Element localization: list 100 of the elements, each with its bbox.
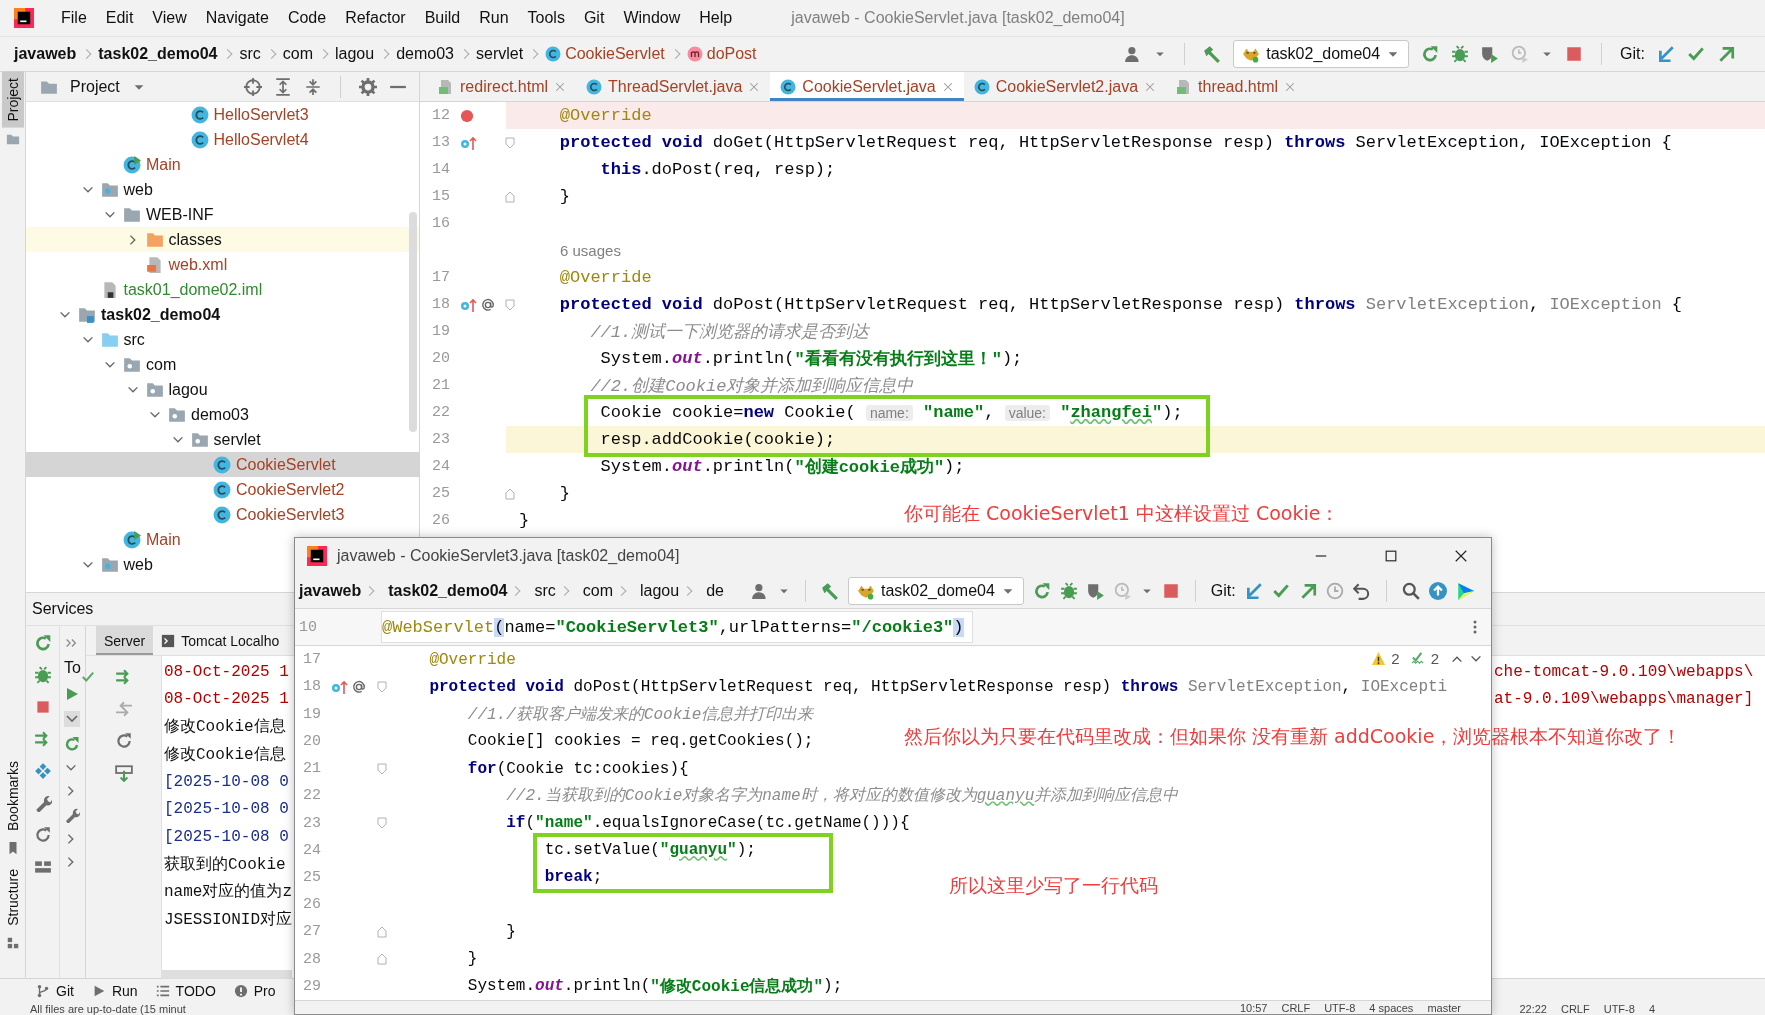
- breadcrumb-item[interactable]: javaweb: [14, 45, 99, 63]
- fold-icon[interactable]: [377, 762, 387, 775]
- hammer-icon[interactable]: [820, 582, 839, 600]
- tree-item[interactable]: web: [26, 552, 165, 577]
- undo-icon[interactable]: [1352, 582, 1371, 600]
- update-icon[interactable]: [1657, 45, 1675, 63]
- stop-icon[interactable]: [1161, 582, 1180, 600]
- breadcrumb-item[interactable]: src: [534, 582, 574, 600]
- spellcheck-icon[interactable]: [1410, 651, 1426, 666]
- tree-item[interactable]: lagou: [26, 377, 220, 402]
- tool-window-tab[interactable]: Structure: [1, 863, 24, 932]
- menu-item[interactable]: View: [152, 9, 187, 27]
- double-chevron-icon[interactable]: [64, 636, 78, 650]
- shield-icon[interactable]: [1481, 45, 1500, 63]
- fold-icon[interactable]: [377, 817, 387, 829]
- stop-icon[interactable]: [1565, 45, 1584, 63]
- shield-icon[interactable]: [1086, 582, 1105, 600]
- menu-item[interactable]: Help: [699, 9, 733, 27]
- tool-window-button[interactable]: Run: [91, 982, 138, 999]
- override-icon[interactable]: [331, 678, 349, 695]
- editor-tab[interactable]: redirect.html: [428, 72, 577, 101]
- tool-window-tab[interactable]: Bookmarks: [1, 755, 24, 838]
- scrollbar[interactable]: [162, 970, 292, 979]
- status-item[interactable]: 4: [1648, 1002, 1655, 1015]
- user-icon[interactable]: [750, 582, 769, 600]
- checkmark-icon[interactable]: [1271, 582, 1290, 600]
- breadcrumb-item[interactable]: lagou: [335, 45, 397, 63]
- bug-icon[interactable]: [1059, 582, 1078, 600]
- rerun-icon[interactable]: [64, 736, 80, 752]
- checkmark-icon[interactable]: [1687, 45, 1705, 63]
- usages-hint[interactable]: 6 usages: [560, 242, 621, 259]
- maximize-icon[interactable]: [1384, 549, 1398, 563]
- tree-item[interactable]: demo03: [26, 402, 261, 427]
- expand-all-icon[interactable]: [274, 77, 292, 96]
- breadcrumb-item[interactable]: lagou: [640, 582, 698, 600]
- panel-tab[interactable]: Server: [96, 626, 154, 655]
- bug-icon[interactable]: [1451, 45, 1470, 63]
- fold-icon[interactable]: [505, 487, 515, 500]
- warning-icon[interactable]: [1371, 651, 1387, 666]
- refresh-icon[interactable]: [114, 732, 133, 750]
- breadcrumb-item[interactable]: javaweb: [299, 582, 380, 600]
- menu-item[interactable]: Run: [479, 9, 509, 27]
- push-icon[interactable]: [1717, 45, 1735, 63]
- search-icon[interactable]: [1401, 582, 1420, 600]
- warning-count[interactable]: 2: [1391, 650, 1400, 667]
- menu-item[interactable]: Navigate: [205, 9, 269, 27]
- run-config-dropdown[interactable]: task02_dome04: [1233, 40, 1410, 68]
- fold-icon[interactable]: [505, 298, 515, 311]
- settings-icon[interactable]: [359, 77, 377, 96]
- tree-item[interactable]: task01_dome02.iml: [26, 277, 275, 302]
- editor-tab[interactable]: ThreadServlet.java: [576, 72, 771, 101]
- collapse-all-icon[interactable]: [304, 77, 322, 96]
- breakpoint-icon[interactable]: [460, 108, 474, 123]
- rerun-icon[interactable]: [1421, 45, 1440, 63]
- fold-icon[interactable]: [505, 190, 515, 203]
- menu-item[interactable]: Tools: [527, 9, 565, 27]
- status-item[interactable]: master: [1427, 1001, 1461, 1014]
- fold-icon[interactable]: [377, 925, 387, 938]
- tree-item[interactable]: Main: [26, 527, 193, 552]
- menu-item[interactable]: File: [61, 9, 87, 27]
- status-item[interactable]: 4 spaces: [1369, 1001, 1414, 1014]
- rerun-icon[interactable]: [33, 634, 52, 652]
- hammer-icon[interactable]: [1203, 45, 1222, 63]
- breadcrumb-item[interactable]: task02_demo04: [388, 582, 526, 600]
- clock-icon[interactable]: [1325, 582, 1344, 600]
- menu-item[interactable]: Refactor: [345, 9, 406, 27]
- panel-title[interactable]: Project: [70, 77, 120, 96]
- tool-window-button[interactable]: Git: [36, 982, 74, 999]
- status-item[interactable]: 22:22: [1519, 1002, 1547, 1015]
- tool-window-button[interactable]: Pro: [233, 982, 276, 999]
- tree-item[interactable]: com: [26, 352, 189, 377]
- close-icon[interactable]: [1454, 549, 1468, 563]
- panel-tab[interactable]: Tomcat Localho: [153, 626, 288, 655]
- at-sign-icon[interactable]: [481, 297, 495, 312]
- fold-icon[interactable]: [377, 680, 387, 693]
- scrollbar[interactable]: [409, 212, 417, 432]
- breadcrumb-item[interactable]: demo03: [396, 45, 476, 63]
- breadcrumb-item[interactable]: servlet: [476, 45, 546, 63]
- tree-item[interactable]: classes: [26, 227, 419, 252]
- tree-item[interactable]: CookieServlet2: [26, 477, 357, 502]
- bug-icon[interactable]: [33, 666, 52, 684]
- breadcrumb-item[interactable]: CookieServlet: [545, 45, 687, 63]
- status-item[interactable]: UTF-8: [1603, 1002, 1635, 1015]
- tree-item[interactable]: HelloServlet3: [26, 102, 321, 127]
- override-icon[interactable]: [460, 296, 478, 313]
- download-icon[interactable]: [114, 764, 133, 782]
- at-sign-icon[interactable]: [352, 679, 366, 694]
- menu-item[interactable]: Window: [623, 9, 681, 27]
- menu-item[interactable]: Code: [287, 9, 327, 27]
- play-icon[interactable]: [64, 686, 80, 702]
- target-icon[interactable]: [244, 77, 262, 96]
- tree-item[interactable]: servlet: [26, 427, 273, 452]
- menu-item[interactable]: Edit: [105, 9, 134, 27]
- update-icon[interactable]: [1244, 582, 1263, 600]
- breadcrumb-item[interactable]: doPost: [686, 45, 779, 63]
- editor-tab[interactable]: CookieServlet2.java: [963, 72, 1167, 101]
- breadcrumb-item[interactable]: de: [706, 582, 742, 600]
- menu-item[interactable]: Build: [424, 9, 461, 27]
- fold-icon[interactable]: [377, 953, 387, 966]
- tree-item[interactable]: web: [26, 177, 165, 202]
